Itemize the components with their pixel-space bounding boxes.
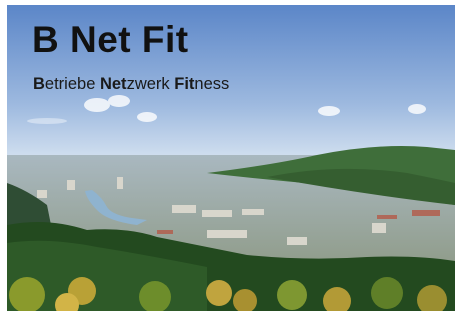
subtitle-part: ness <box>194 75 230 93</box>
subtitle-part: zwerk <box>126 75 175 93</box>
page-title: B Net Fit <box>32 19 189 60</box>
subtitle-part: Fit <box>174 75 195 93</box>
subtitle-part: Net <box>99 75 127 93</box>
subtitle-part: B <box>33 75 45 93</box>
subtitle-part: etriebe <box>44 75 100 93</box>
subtitle: Betriebe Netzwerk Fitness <box>33 76 229 93</box>
banner-image: B Net Fit Betriebe Netzwerk Fitness <box>7 5 455 311</box>
